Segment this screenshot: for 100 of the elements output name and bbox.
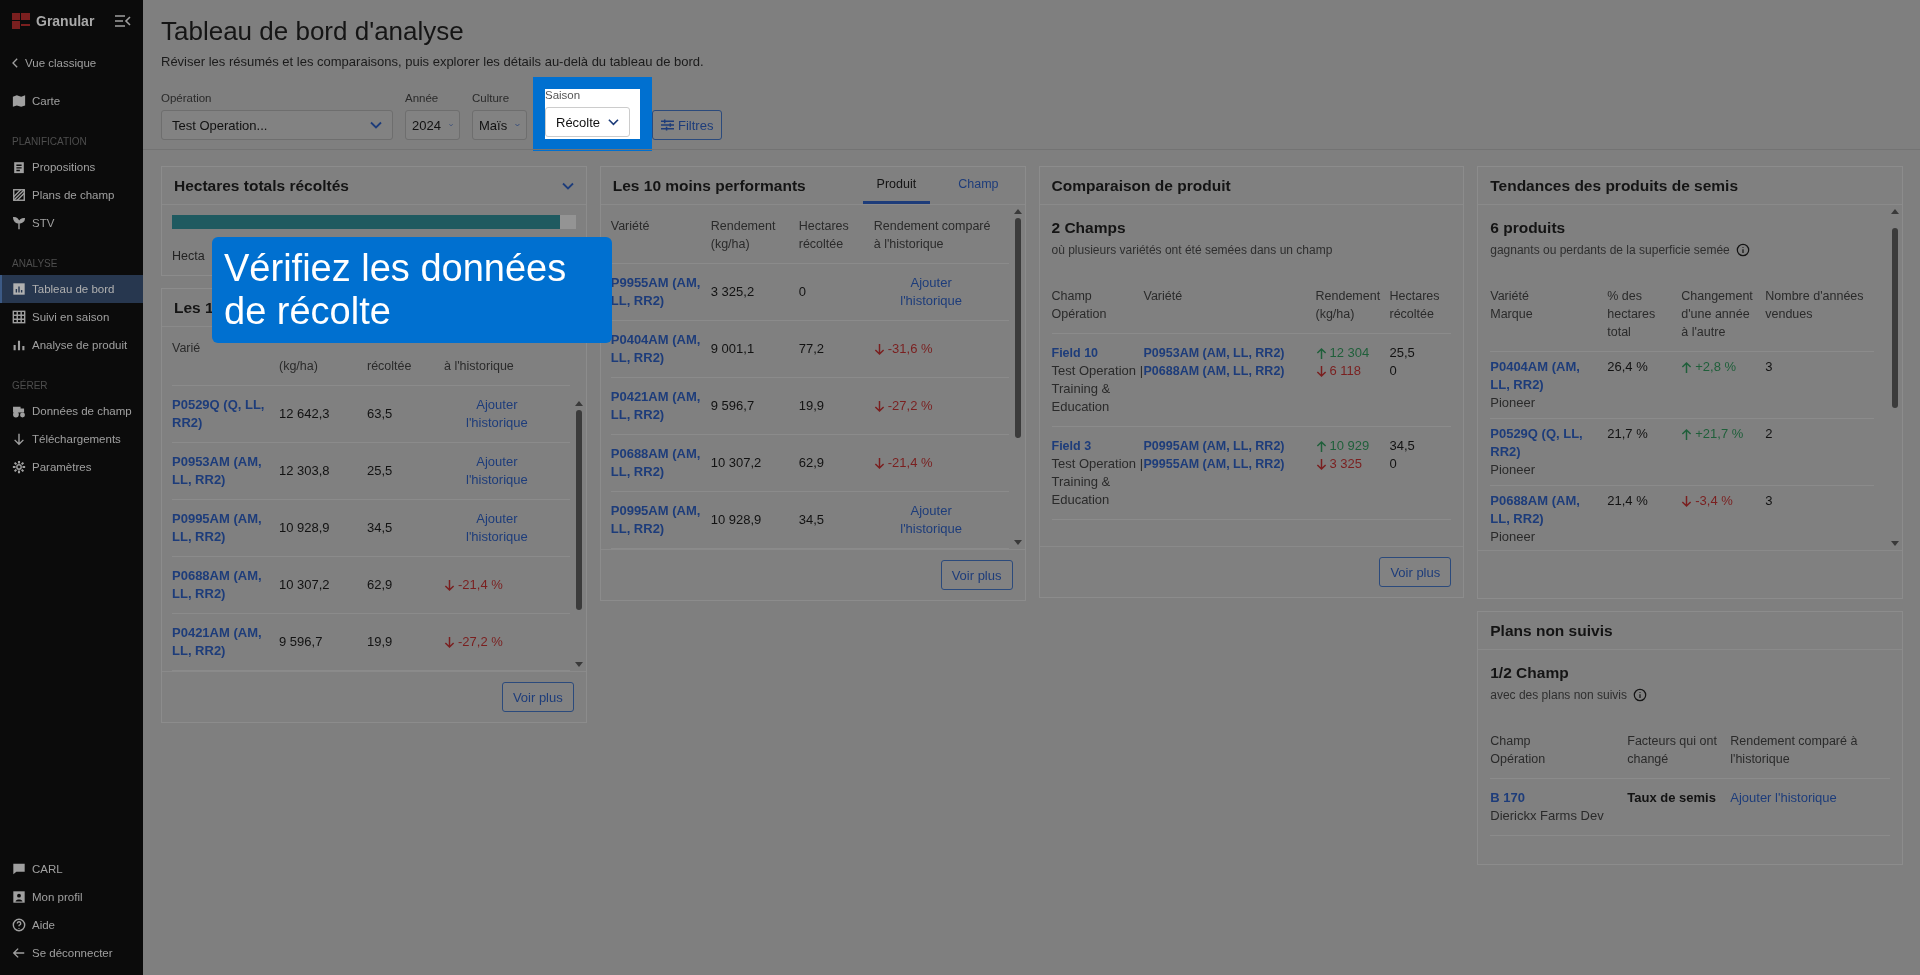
chevron-left-icon <box>12 58 19 68</box>
nav-item[interactable]: Carte <box>0 87 143 115</box>
tab[interactable]: Produit <box>862 167 931 204</box>
nav-item[interactable]: Plans de champ <box>0 181 143 209</box>
variety-link[interactable]: P0688AM (AM, LL, RR2) <box>1490 492 1608 528</box>
column-header: (kg/ha) <box>279 358 319 375</box>
sliders-icon <box>661 119 674 131</box>
field-link[interactable]: Field 10 <box>1051 344 1107 362</box>
add-history-link[interactable]: Ajouter l'historique <box>451 396 542 432</box>
add-history-link[interactable]: Ajouter l'historique <box>886 502 977 538</box>
card-title: Comparaison de produit <box>1051 176 1231 195</box>
column-header: Nombre d'années vendues <box>1765 288 1865 323</box>
see-more-button[interactable]: Voir plus <box>501 682 574 712</box>
tractor-icon <box>12 404 26 418</box>
add-history-link[interactable]: Ajouter l'historique <box>886 274 977 310</box>
yield-value: 9 596,7 <box>279 633 324 651</box>
see-more-button[interactable]: Voir plus <box>1379 557 1452 587</box>
add-history-link[interactable]: Ajouter l'historique <box>451 510 542 546</box>
info-icon[interactable] <box>1735 243 1750 257</box>
variety-link[interactable]: P0953AM (AM, LL, RR2) <box>1143 344 1316 362</box>
variety-link[interactable]: P9955AM (AM, LL, RR2) <box>1143 455 1316 473</box>
nav-item[interactable]: Propositions <box>0 153 143 181</box>
variety-link[interactable]: P9955AM (AM, LL, RR2) <box>610 274 711 310</box>
summary-count: 6 produits <box>1490 219 1567 237</box>
nav-item[interactable]: Analyse de produit <box>0 331 143 359</box>
field-link[interactable]: Field 3 <box>1051 437 1100 455</box>
nav-item[interactable]: Téléchargements <box>0 425 143 453</box>
column-header: Champ <box>1051 288 1092 305</box>
factor-value: Taux de semis <box>1627 789 1717 807</box>
yield-value: 6 118 <box>1329 362 1362 380</box>
variety-link[interactable]: P0688AM (AM, LL, RR2) <box>610 445 711 481</box>
nav-item[interactable]: Paramètres <box>0 453 143 481</box>
change-value: -21,4 % <box>887 454 933 472</box>
nav-item[interactable]: CARL <box>0 855 143 883</box>
variety-link[interactable]: P0953AM (AM, LL, RR2) <box>172 453 279 489</box>
chevron-down-icon[interactable] <box>561 181 574 190</box>
dropdown[interactable]: Maïs <box>472 110 527 140</box>
variety-link[interactable]: P0688AM (AM, LL, RR2) <box>172 567 279 603</box>
page-title: Tableau de bord d'analyse <box>161 15 465 48</box>
column-header: Marque <box>1490 306 1533 323</box>
variety-link[interactable]: P0404AM (AM, LL, RR2) <box>1490 358 1608 394</box>
column-header: Changement d'une année à l'autre <box>1681 288 1754 341</box>
add-history-link[interactable]: Ajouter l'historique <box>451 453 542 489</box>
summary-count: 1/2 Champ <box>1490 664 1570 682</box>
column-header: Rendement (kg/ha) <box>1315 288 1382 323</box>
field-link[interactable]: B 170 <box>1490 789 1533 807</box>
variety-link[interactable]: P0995AM (AM, LL, RR2) <box>172 510 279 546</box>
hectares-value: 19,9 <box>367 633 394 651</box>
variety-link[interactable]: P0995AM (AM, LL, RR2) <box>610 502 711 538</box>
variety-link[interactable]: P0404AM (AM, LL, RR2) <box>610 331 711 367</box>
column-header: à l'historique <box>444 358 515 375</box>
summary-description: gagnants ou perdants de la superficie semée <box>1490 243 1730 257</box>
yield-value: 12 304 <box>1329 344 1370 362</box>
years-value: 2 <box>1765 425 1774 443</box>
hectares-value: 25,5 <box>1389 344 1416 362</box>
column-header: Hectares récoltée <box>1389 288 1441 323</box>
logo-icon <box>12 13 30 29</box>
yield-value: 12 303,8 <box>279 462 331 480</box>
bar-chart-icon <box>12 338 26 352</box>
column-header: Variété <box>1490 288 1529 305</box>
variety-link[interactable]: P0688AM (AM, LL, RR2) <box>1143 362 1316 380</box>
nav-item[interactable]: Aide <box>0 911 143 939</box>
brand-name: Granular <box>36 13 96 29</box>
back-link[interactable]: Vue classique <box>0 49 143 77</box>
column-header: Rendement (kg/ha) <box>710 218 777 253</box>
menu-collapse-icon[interactable] <box>115 15 131 27</box>
variety-link[interactable]: P0995AM (AM, LL, RR2) <box>1143 437 1316 455</box>
yield-value: 10 307,2 <box>710 454 763 472</box>
filters-button[interactable]: Filtres <box>652 110 723 140</box>
nav-item[interactable]: Mon profil <box>0 883 143 911</box>
nav-item[interactable]: Données de champ <box>0 397 143 425</box>
dropdown[interactable]: 2024 <box>405 110 460 140</box>
brand-name: Pioneer <box>1490 461 1536 479</box>
years-value: 3 <box>1765 492 1774 510</box>
tab[interactable]: Champ <box>944 167 1013 204</box>
summary-description: avec des plans non suivis <box>1490 688 1627 702</box>
add-history-link[interactable]: Ajouter l'historique <box>1730 789 1890 807</box>
dropdown[interactable]: Test Operation... <box>161 110 393 140</box>
yield-value: 10 928,9 <box>279 519 331 537</box>
change-value: +21,7 % <box>1695 425 1744 443</box>
nav-item[interactable]: Suivi en saison <box>0 303 143 331</box>
nav-item[interactable]: Tableau de bord <box>0 275 143 303</box>
variety-link[interactable]: P0529Q (Q, LL, RR2) <box>172 396 279 432</box>
brand-name: Pioneer <box>1490 528 1536 546</box>
hectares-value: 77,2 <box>798 340 826 358</box>
dropdown[interactable]: Récolte <box>545 107 630 137</box>
variety-link[interactable]: P0529Q (Q, LL, RR2) <box>1490 425 1608 461</box>
variety-link[interactable]: P0421AM (AM, LL, RR2) <box>172 624 279 660</box>
bar-label: Hecta <box>172 249 206 263</box>
sprout-icon <box>12 216 26 230</box>
change-value: -27,2 % <box>458 633 503 651</box>
hectares-value: 0 <box>1389 455 1398 473</box>
share-value: 21,4 % <box>1607 492 1649 510</box>
nav-item[interactable]: STV <box>0 209 143 237</box>
operation-name: Test Operation | Training & Education <box>1051 455 1144 509</box>
info-icon[interactable] <box>1633 688 1647 702</box>
variety-link[interactable]: P0421AM (AM, LL, RR2) <box>610 388 711 424</box>
nav-item[interactable]: Se déconnecter <box>0 939 143 967</box>
profile-icon <box>12 890 26 904</box>
see-more-button[interactable]: Voir plus <box>940 560 1013 590</box>
